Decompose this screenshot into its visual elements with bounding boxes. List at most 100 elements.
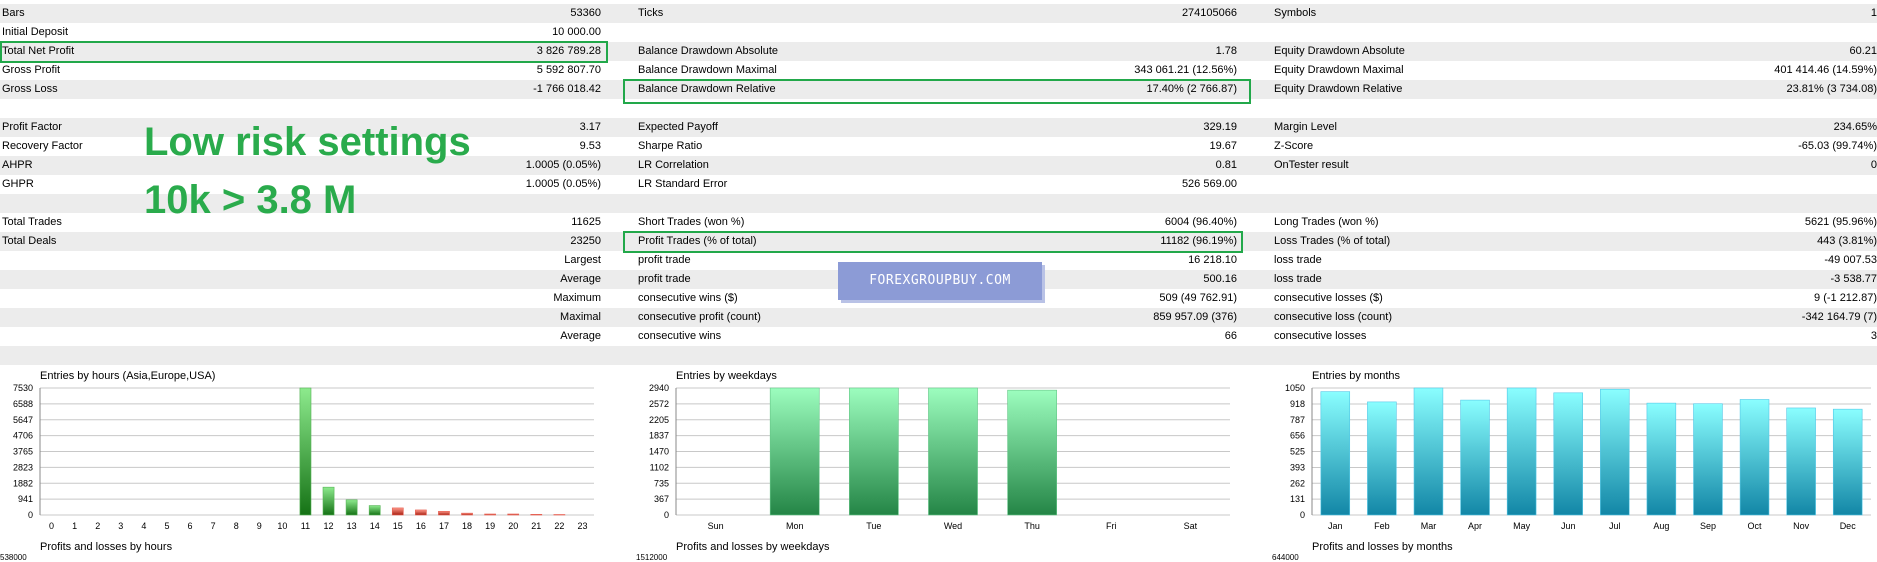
bar: [484, 513, 496, 516]
bar: [1506, 387, 1537, 516]
stat-label: Gross Loss: [2, 83, 58, 95]
stat-value: 19.67: [1209, 140, 1237, 152]
stat-value: 16 218.10: [1188, 254, 1237, 266]
stat-label: profit trade: [638, 254, 691, 266]
y-tick-label: 262: [1290, 478, 1305, 488]
bar: [345, 499, 358, 516]
stat-value: 23.81% (3 734.08): [1786, 83, 1877, 95]
stat-value: 329.19: [1203, 121, 1237, 133]
stats-row: Initial Deposit 10 000.00: [0, 23, 1877, 42]
y-tick-label: 1837: [649, 431, 669, 441]
stat-label: consecutive profit (count): [638, 311, 761, 323]
bar: [368, 505, 381, 516]
x-tick-label: 18: [462, 521, 472, 531]
trade-row-label: Maximum: [553, 292, 601, 304]
stat-label: consecutive losses: [1274, 330, 1367, 342]
stat-label: Sharpe Ratio: [638, 140, 703, 152]
stat-label: GHPR: [2, 178, 34, 190]
bar: [1413, 387, 1444, 516]
stat-label: Equity Drawdown Absolute: [1274, 45, 1405, 57]
x-tick-label: 13: [347, 521, 357, 531]
chart-title: Profits and losses by months: [1312, 541, 1453, 553]
stat-value: -1 766 018.42: [533, 83, 601, 95]
y-tick-label: 0: [28, 510, 33, 520]
x-tick-label: 21: [531, 521, 541, 531]
stat-label: loss trade: [1274, 273, 1322, 285]
stat-value: 10 000.00: [552, 26, 601, 38]
stat-value: 859 957.09 (376): [1153, 311, 1237, 323]
y-tick-label: 644000: [1272, 553, 1299, 562]
bar: [507, 513, 520, 516]
stat-label: profit trade: [638, 273, 691, 285]
y-tick-label: 2940: [649, 383, 669, 393]
stat-value: 500.16: [1203, 273, 1237, 285]
bar: [461, 512, 473, 516]
x-tick-label: 1: [72, 521, 77, 531]
stat-label: Margin Level: [1274, 121, 1337, 133]
y-tick-label: 1102: [650, 462, 669, 472]
x-tick-label: 12: [324, 521, 334, 531]
stat-value: 0.81: [1215, 159, 1237, 171]
stat-value: 234.65%: [1833, 121, 1877, 133]
stat-value: 509 (49 762.91): [1159, 292, 1237, 304]
x-tick-label: 11: [301, 521, 310, 531]
stat-value: 3: [1870, 330, 1877, 342]
bar: [1646, 402, 1677, 516]
entries-bar-chart: 094118822823376547065647658875300 1 2 3 4 5 6 7…: [13, 383, 594, 531]
y-tick-label: 525: [1290, 447, 1305, 457]
y-tick-label: 735: [654, 478, 669, 488]
entries-bar-chart: 0 131 262 393 525 656 787 918 1050 Jan Feb Mar Apr Ma…: [1285, 383, 1871, 531]
stat-value: 443 (3.81%): [1817, 235, 1877, 247]
x-tick-label: 20: [508, 521, 518, 531]
entries-bar-chart: 0 367 735 1102 1470 1837 2205 2572 2940 Sun Mon Tue…: [649, 383, 1230, 531]
y-tick-label: 6588: [13, 399, 33, 409]
x-tick-label: Oct: [1748, 521, 1763, 531]
stat-value: 274105066: [1181, 7, 1237, 19]
stat-label: Z-Score: [1274, 140, 1314, 152]
stat-label: consecutive wins ($): [638, 292, 738, 304]
x-tick-label: May: [1513, 521, 1531, 531]
overlay-line-1: Low risk settings: [144, 120, 471, 164]
y-tick-label: 4706: [13, 431, 33, 441]
trade-stats-row: Average consecutive wins 66 consecutive los…: [0, 327, 1877, 346]
x-tick-label: 8: [234, 521, 239, 531]
watermark: FOREXGROUPBUY.COM: [838, 262, 1042, 300]
stat-label: Bars: [2, 7, 25, 19]
stat-value: 60.21: [1849, 45, 1877, 57]
x-tick-label: 10: [277, 521, 287, 531]
x-tick-label: Fri: [1106, 521, 1117, 531]
stat-label: AHPR: [2, 159, 33, 171]
trade-stats-row: Maximal consecutive profit (count) 859 957…: [0, 308, 1877, 327]
y-tick-label: 787: [1290, 415, 1305, 425]
y-tick-label: 2205: [649, 415, 669, 425]
stat-value: 526 569.00: [1181, 178, 1237, 190]
x-tick-label: 22: [554, 521, 564, 531]
stat-label: Expected Payoff: [638, 121, 718, 133]
x-tick-label: 14: [370, 521, 380, 531]
stat-label: Gross Profit: [2, 64, 61, 76]
y-tick-label: 656: [1290, 431, 1305, 441]
bar: [1739, 399, 1770, 516]
x-tick-label: 2: [95, 521, 100, 531]
y-tick-label: 5647: [13, 415, 33, 425]
x-tick-label: Thu: [1024, 521, 1040, 531]
trade-row-label: Average: [560, 330, 601, 342]
bar: [322, 486, 335, 516]
y-tick-label: 1050: [1285, 383, 1305, 393]
stat-label: Balance Drawdown Absolute: [638, 45, 779, 57]
bar: [1832, 408, 1863, 516]
y-tick-label: 7530: [13, 383, 33, 393]
y-tick-label: 131: [1290, 494, 1305, 504]
y-tick-label: 538000: [0, 553, 27, 562]
stat-label: Loss Trades (% of total): [1274, 235, 1391, 247]
bar: [769, 387, 820, 516]
x-tick-label: Feb: [1374, 521, 1390, 531]
x-tick-label: 16: [416, 521, 426, 531]
trade-row-label: Largest: [564, 254, 601, 266]
stat-value: 1.0005 (0.05%): [525, 159, 601, 171]
y-tick-label: 393: [1290, 462, 1305, 472]
stat-value: 53360: [570, 7, 601, 19]
stat-label: Initial Deposit: [2, 26, 69, 38]
y-tick-label: 941: [18, 494, 33, 504]
stat-label: loss trade: [1274, 254, 1322, 266]
